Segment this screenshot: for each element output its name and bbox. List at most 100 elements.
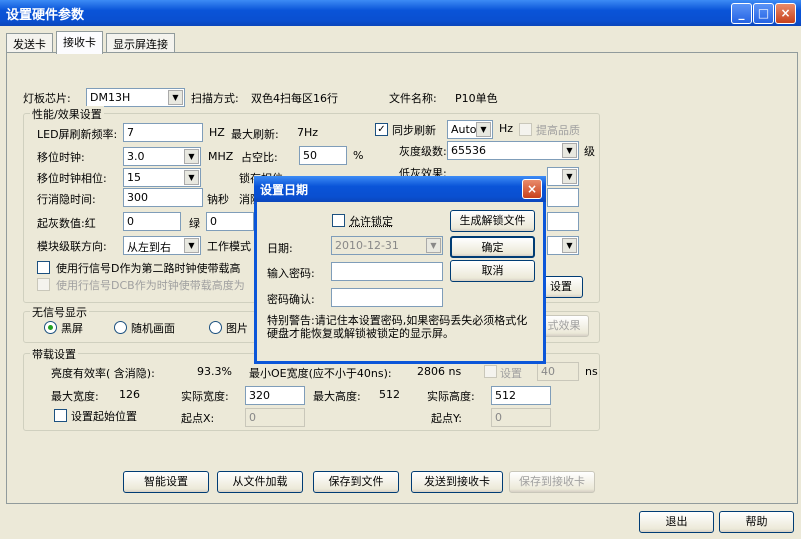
password-input[interactable] bbox=[331, 262, 443, 281]
maximize-button[interactable]: □ bbox=[753, 3, 774, 24]
quality-label: 提高品质 bbox=[536, 124, 580, 137]
allow-lock-label: 允许锁定 bbox=[349, 215, 393, 228]
shift-clock-value: 3.0 bbox=[127, 150, 145, 163]
blank-input[interactable]: 300 bbox=[123, 188, 203, 207]
phase-select[interactable]: 15 ▼ bbox=[123, 168, 201, 187]
password-label: 输入密码: bbox=[267, 267, 315, 280]
set-checkbox[interactable] bbox=[484, 365, 497, 378]
start-x-input[interactable]: 0 bbox=[245, 408, 305, 427]
shift-clock-select[interactable]: 3.0 ▼ bbox=[123, 147, 201, 166]
duty-input[interactable]: 50 bbox=[299, 146, 347, 165]
lowgray-select[interactable]: ▼ bbox=[547, 167, 579, 186]
row-dcb-checkbox[interactable] bbox=[37, 278, 50, 291]
close-button[interactable]: × bbox=[775, 3, 796, 24]
chip-select[interactable]: DM13H ▼ bbox=[86, 88, 185, 107]
gray-start-blue-input[interactable] bbox=[547, 212, 579, 231]
date-picker[interactable]: 2010-12-31 ▼ bbox=[331, 236, 443, 255]
scan-label: 扫描方式: bbox=[191, 92, 239, 105]
load-file-button[interactable]: 从文件加载 bbox=[217, 471, 303, 493]
start-x-label: 起点X: bbox=[181, 412, 215, 425]
file-value: P10单色 bbox=[455, 92, 498, 105]
phase-value: 15 bbox=[127, 171, 141, 184]
bright-label: 亮度有效率( 含消隐): bbox=[51, 367, 155, 380]
actual-width-input[interactable]: 320 bbox=[245, 386, 305, 405]
perf-group-title: 性能/效果设置 bbox=[30, 106, 104, 122]
chevron-down-icon: ▼ bbox=[562, 169, 577, 184]
gray-value: 65536 bbox=[451, 144, 486, 157]
workmode-label: 工作模式 bbox=[207, 240, 251, 253]
sync-refresh-label: 同步刷新 bbox=[392, 124, 436, 137]
tab-send-card[interactable]: 发送卡 bbox=[6, 33, 53, 53]
radio-random[interactable] bbox=[114, 321, 127, 334]
gray-start-green-input[interactable]: 0 bbox=[206, 212, 254, 231]
chevron-down-icon: ▼ bbox=[562, 143, 577, 158]
shift-clock-unit: MHZ bbox=[208, 150, 234, 163]
chevron-down-icon: ▼ bbox=[184, 149, 199, 164]
sync-value: Auto bbox=[451, 123, 477, 136]
tab-receive-card[interactable]: 接收卡 bbox=[56, 31, 103, 54]
start-pos-checkbox[interactable] bbox=[54, 409, 67, 422]
gray-select[interactable]: 65536 ▼ bbox=[447, 141, 579, 160]
set-unit: ns bbox=[585, 365, 598, 378]
set-input[interactable]: 40 bbox=[537, 362, 579, 381]
blank2-input[interactable] bbox=[547, 188, 579, 207]
effect-button[interactable]: 式效果 bbox=[539, 315, 589, 337]
radio-black[interactable] bbox=[44, 321, 57, 334]
radio-black-label: 黑屏 bbox=[61, 322, 83, 335]
sync-select[interactable]: Auto ▼ bbox=[447, 120, 493, 139]
file-label: 文件名称: bbox=[389, 92, 437, 105]
date-value: 2010-12-31 bbox=[335, 239, 399, 252]
help-button[interactable]: 帮助 bbox=[719, 511, 794, 533]
nosignal-group-title: 无信号显示 bbox=[30, 304, 89, 320]
ok-button[interactable]: 确定 bbox=[450, 236, 535, 258]
cascade-value: 从左到右 bbox=[127, 241, 171, 254]
save-file-button[interactable]: 保存到文件 bbox=[313, 471, 399, 493]
start-pos-label: 设置起始位置 bbox=[71, 410, 137, 423]
dialog-title: 设置日期 bbox=[260, 183, 309, 197]
set-label: 设置 bbox=[500, 367, 522, 380]
start-y-label: 起点Y: bbox=[431, 412, 462, 425]
smart-settings-button[interactable]: 智能设置 bbox=[123, 471, 209, 493]
scan-value: 双色4扫每区16行 bbox=[251, 92, 338, 105]
gray-start-red-input[interactable]: 0 bbox=[123, 212, 181, 231]
gray-label: 灰度级数: bbox=[399, 145, 447, 158]
allow-lock-checkbox[interactable] bbox=[332, 214, 345, 227]
row-dcb-label: 使用行信号DCB作为时钟使带载高度为 bbox=[56, 279, 245, 292]
send-card-button[interactable]: 发送到接收卡 bbox=[411, 471, 503, 493]
gen-unlock-button[interactable]: 生成解锁文件 bbox=[450, 210, 535, 232]
tab-screen-connection[interactable]: 显示屏连接 bbox=[106, 33, 175, 53]
min-oe-label: 最小OE宽度(应不小于40ns): bbox=[249, 367, 392, 380]
refresh-input[interactable]: 7 bbox=[123, 123, 203, 142]
shift-clock-label: 移位时钟: bbox=[37, 151, 85, 164]
row-d-checkbox[interactable] bbox=[37, 261, 50, 274]
load-group-title: 带载设置 bbox=[30, 346, 78, 362]
max-width-value: 126 bbox=[119, 388, 140, 401]
chevron-down-icon: ▼ bbox=[184, 170, 199, 185]
actual-width-label: 实际宽度: bbox=[181, 390, 229, 403]
blank-unit: 钠秒 bbox=[207, 193, 229, 206]
cancel-button[interactable]: 取消 bbox=[450, 260, 535, 282]
sync-refresh-checkbox[interactable]: ✓ bbox=[375, 123, 388, 136]
duty-unit: % bbox=[353, 149, 364, 162]
row-d-label: 使用行信号D作为第二路时钟使带载高 bbox=[56, 262, 241, 275]
workmode-select[interactable]: ▼ bbox=[547, 236, 579, 255]
start-y-input[interactable]: 0 bbox=[491, 408, 551, 427]
minimize-button[interactable]: _ bbox=[731, 3, 752, 24]
quality-checkbox[interactable] bbox=[519, 123, 532, 136]
dialog-close-button[interactable]: × bbox=[522, 179, 542, 199]
cascade-label: 模块级联方向: bbox=[37, 240, 107, 253]
refresh-unit: HZ bbox=[209, 126, 225, 139]
date-label: 日期: bbox=[267, 242, 293, 255]
green-label: 绿 bbox=[189, 217, 200, 230]
exit-button[interactable]: 退出 bbox=[639, 511, 714, 533]
duty-label: 占空比: bbox=[241, 151, 278, 164]
password-confirm-input[interactable] bbox=[331, 288, 443, 307]
bright-value: 93.3% bbox=[197, 365, 232, 378]
cascade-select[interactable]: 从左到右 ▼ bbox=[123, 236, 201, 255]
radio-random-label: 随机画面 bbox=[131, 322, 175, 335]
refresh-label: LED屏刷新频率: bbox=[37, 128, 118, 141]
radio-image[interactable] bbox=[209, 321, 222, 334]
min-oe-value: 2806 ns bbox=[417, 365, 462, 378]
actual-height-input[interactable]: 512 bbox=[491, 386, 551, 405]
save-card-button[interactable]: 保存到接收卡 bbox=[509, 471, 595, 493]
